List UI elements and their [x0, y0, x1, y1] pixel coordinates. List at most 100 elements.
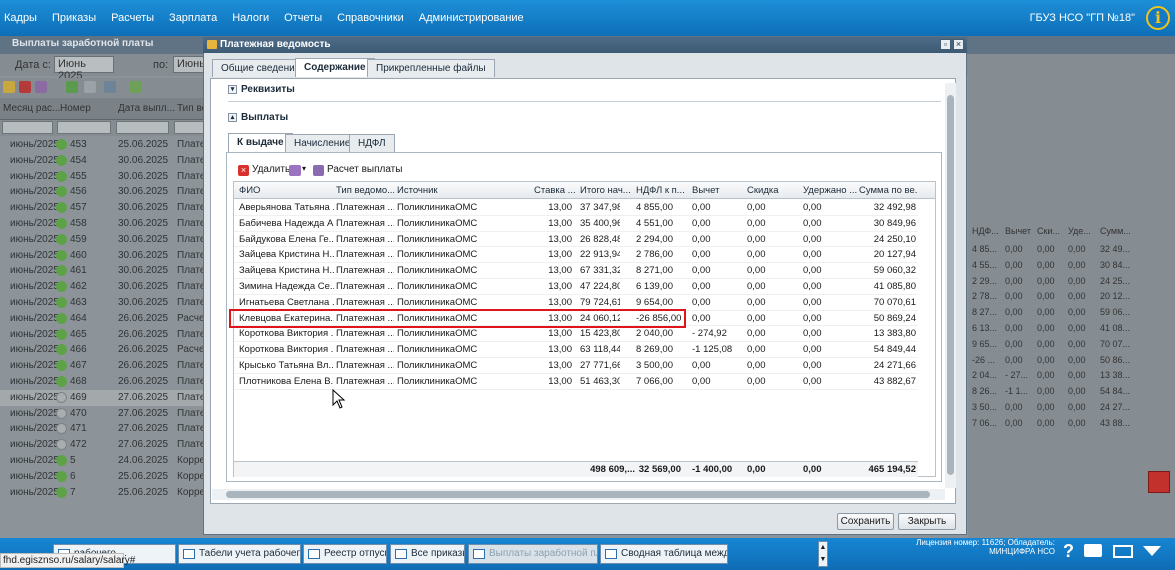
menu-nalogi[interactable]: Налоги — [232, 12, 269, 24]
col-number[interactable]: Номер — [60, 103, 91, 114]
scroll-thumb[interactable] — [947, 95, 954, 475]
filter-date-input[interactable] — [116, 121, 169, 134]
action-icon[interactable] — [35, 81, 47, 93]
rcol-summa[interactable]: Сумм... — [1100, 226, 1131, 236]
help-icon[interactable]: ? — [1063, 541, 1074, 562]
bg-right-row[interactable]: 4 85... 0,00 0,00 0,00 32 49... — [968, 242, 1138, 258]
bg-right-row[interactable]: -26 ... 0,00 0,00 0,00 50 86... — [968, 353, 1138, 369]
close-window-button[interactable]: × — [953, 39, 964, 50]
menu-spravochniki[interactable]: Справочники — [337, 12, 404, 24]
bg-table-row[interactable]: июнь/2025 470 27.06.2025 Плате — [0, 406, 210, 422]
bg-right-row[interactable]: 9 65... 0,00 0,00 0,00 70 07... — [968, 337, 1138, 353]
col-discount[interactable]: Скидка — [747, 185, 801, 196]
bg-table-row[interactable]: июнь/2025 460 30.06.2025 Плате — [0, 248, 210, 264]
menu-zarplata[interactable]: Зарплата — [169, 12, 217, 24]
section-payments[interactable]: ▴ Выплаты — [228, 112, 288, 123]
delete-icon[interactable]: × — [238, 165, 249, 176]
mail-icon[interactable] — [84, 81, 96, 93]
info-icon[interactable]: i — [1146, 6, 1170, 30]
tab-attachments[interactable]: Прикрепленные файлы — [367, 59, 495, 77]
col-withheld[interactable]: Удержано ... — [803, 185, 857, 196]
tab-content[interactable]: Содержание — [295, 58, 375, 77]
maximize-button[interactable]: ▫ — [940, 39, 951, 50]
bg-table-row[interactable]: июнь/2025 467 26.06.2025 Плате — [0, 358, 210, 374]
bg-table-row[interactable]: июнь/2025 454 30.06.2025 Плате — [0, 153, 210, 169]
table-row[interactable]: Короткова Виктория ... Платежная ... Полик… — [234, 326, 918, 343]
delete-button[interactable]: Удалить — [252, 164, 290, 175]
task-item-5[interactable]: Выплаты заработной платы — [468, 544, 598, 564]
col-rate[interactable]: Ставка ... — [534, 185, 579, 196]
bg-right-row[interactable]: 7 06... 0,00 0,00 0,00 43 88... — [968, 416, 1138, 432]
bg-right-row[interactable]: 3 50... 0,00 0,00 0,00 24 27... — [968, 400, 1138, 416]
col-source[interactable]: Источник — [397, 185, 487, 196]
table-row[interactable]: Зимина Надежда Се... Платежная ... Поликли… — [234, 279, 918, 295]
table-row[interactable]: Крысько Татьяна Вл... Платежная ... Поликл… — [234, 358, 918, 374]
col-total-accrued[interactable]: Итого нач... — [580, 185, 634, 196]
bg-table-row[interactable]: июнь/2025 468 26.06.2025 Плате — [0, 374, 210, 390]
col-month[interactable]: Месяц рас... — [3, 103, 60, 114]
table-row[interactable]: Зайцева Кристина Н... Платежная ... Поликл… — [234, 263, 918, 279]
bg-right-row[interactable]: 8 26... -1 1... 0,00 0,00 54 84... — [968, 384, 1138, 400]
col-deduction[interactable]: Вычет — [692, 185, 746, 196]
table-row[interactable]: Бабичева Надежда А... Платежная ... Поликл… — [234, 216, 918, 232]
filter-number-input[interactable] — [57, 121, 111, 134]
rcol-uderzh[interactable]: Уде... — [1068, 226, 1091, 236]
col-sheet-type[interactable]: Тип ведомо... — [336, 185, 394, 196]
bg-right-row[interactable]: 2 78... 0,00 0,00 0,00 20 12... — [968, 289, 1138, 305]
task-item-4[interactable]: Все приказы — [390, 544, 465, 564]
bg-table-row[interactable]: июнь/2025 6 25.06.2025 Корре — [0, 469, 210, 485]
calc-payment-button[interactable]: Расчет выплаты — [327, 164, 402, 175]
exit-icon[interactable] — [1148, 471, 1170, 493]
bg-table-row[interactable]: июнь/2025 457 30.06.2025 Плате — [0, 200, 210, 216]
menu-kadry[interactable]: Кадры — [4, 12, 37, 24]
table-row[interactable]: Короткова Виктория ... Платежная ... Полик… — [234, 342, 918, 358]
table-row[interactable]: Зайцева Кристина Н... Платежная ... Поликл… — [234, 247, 918, 264]
chevron-down-icon[interactable] — [1143, 546, 1161, 556]
col-fio[interactable]: ФИО — [239, 185, 329, 196]
print-icon[interactable] — [104, 81, 116, 93]
bg-table-row[interactable]: июнь/2025 462 30.06.2025 Плате — [0, 279, 210, 295]
bg-right-row[interactable]: 4 55... 0,00 0,00 0,00 30 84... — [968, 258, 1138, 274]
h-scrollbar[interactable] — [212, 489, 945, 500]
task-item-3[interactable]: Реестр отпусков — [303, 544, 387, 564]
bg-table-row[interactable]: июнь/2025 469 27.06.2025 Плате — [0, 389, 210, 406]
task-item-6[interactable]: Сводная таблица между ... — [600, 544, 728, 564]
task-item-2[interactable]: Табели учета рабочего ... — [178, 544, 301, 564]
subtab-ndfl[interactable]: НДФЛ — [349, 134, 395, 152]
mail-icon[interactable] — [1113, 545, 1133, 558]
table-row[interactable]: Байдукова Елена Ге... Платежная ... Поликл… — [234, 232, 918, 248]
bg-right-row[interactable]: 6 13... 0,00 0,00 0,00 41 08... — [968, 321, 1138, 337]
bg-table-row[interactable]: июнь/2025 7 25.06.2025 Корре — [0, 485, 210, 501]
taskbar-scroll-icon[interactable]: ▲ ▼ — [818, 541, 828, 567]
calc-icon[interactable] — [313, 165, 324, 176]
bg-table-row[interactable]: июнь/2025 461 30.06.2025 Плате — [0, 263, 210, 279]
col-date[interactable]: Дата выпл... — [118, 103, 175, 114]
menu-otchety[interactable]: Отчеты — [284, 12, 322, 24]
rcol-ndfl[interactable]: НДФ... — [972, 226, 999, 236]
bg-table-row[interactable]: июнь/2025 5 24.06.2025 Корре — [0, 453, 210, 469]
bg-table-row[interactable]: июнь/2025 464 26.06.2025 Расчет — [0, 311, 210, 327]
menu-prikazy[interactable]: Приказы — [52, 12, 96, 24]
collapse-icon[interactable]: ▴ — [228, 112, 237, 122]
camera-icon[interactable] — [1084, 544, 1102, 557]
bg-right-row[interactable]: 2 04... - 27... 0,00 0,00 13 38... — [968, 368, 1138, 384]
bg-right-row[interactable]: 2 29... 0,00 0,00 0,00 24 25... — [968, 274, 1138, 290]
refresh-icon[interactable] — [130, 81, 142, 93]
edit-icon[interactable] — [3, 81, 15, 93]
bg-table-row[interactable]: июнь/2025 455 30.06.2025 Плате — [0, 169, 210, 185]
delete-icon[interactable] — [19, 81, 31, 93]
h-scroll-thumb[interactable] — [226, 491, 930, 498]
actions-dropdown-icon[interactable] — [289, 165, 301, 176]
save-button[interactable]: Сохранить — [837, 513, 894, 530]
rcol-vychet[interactable]: Вычет — [1005, 226, 1031, 236]
bg-table-row[interactable]: июнь/2025 459 30.06.2025 Плате — [0, 232, 210, 248]
filter-month-input[interactable] — [2, 121, 53, 134]
bg-table-row[interactable]: июнь/2025 466 26.06.2025 Расчет — [0, 342, 210, 358]
subtab-to-pay[interactable]: К выдаче — [228, 133, 293, 152]
table-row[interactable]: Плотникова Елена В... Платежная ... Поликл… — [234, 374, 918, 390]
table-row[interactable]: Аверьянова Татьяна ... Платежная ... Полик… — [234, 200, 918, 216]
bg-table-row[interactable]: июнь/2025 456 30.06.2025 Плате — [0, 184, 210, 200]
close-button[interactable]: Закрыть — [898, 513, 956, 530]
expand-icon[interactable]: ▾ — [228, 84, 237, 94]
menu-administrirovanie[interactable]: Администрирование — [419, 12, 524, 24]
